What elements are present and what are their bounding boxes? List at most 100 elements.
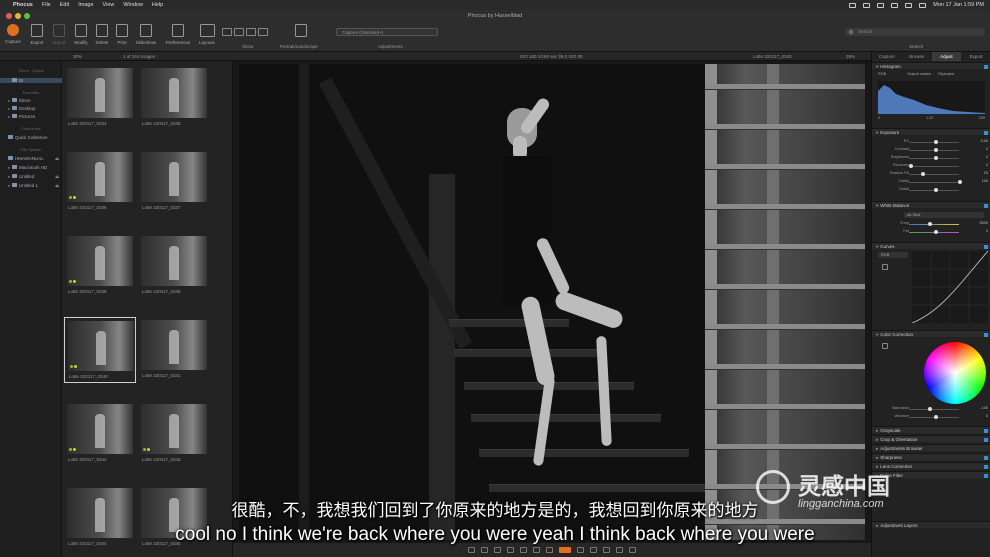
next-image-icon[interactable] — [616, 547, 623, 553]
source-item-bi[interactable]: BI — [0, 78, 62, 83]
slider-knob[interactable] — [928, 222, 932, 226]
slider-clarity[interactable]: Clarity 100 — [872, 179, 990, 185]
disclosure-triangle-icon[interactable]: ▸ — [876, 428, 878, 433]
crop-tool-icon[interactable] — [494, 547, 501, 553]
slider-value[interactable]: 0 — [970, 414, 988, 418]
section-grayscale[interactable]: ▸ Grayscale — [872, 426, 990, 433]
hand-tool-icon[interactable] — [533, 547, 540, 553]
screen-record-icon[interactable] — [863, 2, 871, 8]
section-exposure[interactable]: ▾ Exposure — [872, 128, 990, 135]
histogram-output-option[interactable]: Output values — [907, 72, 930, 76]
tab-adjust[interactable]: Adjust — [931, 52, 962, 61]
preset-dropdown[interactable]: Capture (Standard+) — [336, 28, 438, 36]
section-crop[interactable]: ▸ Crop & Orientation — [872, 435, 990, 442]
search-tray-icon[interactable] — [905, 2, 913, 8]
color-wheel[interactable] — [924, 342, 986, 404]
slider-value[interactable]: 25 — [970, 171, 988, 175]
thumbnail-selected[interactable]: Lotte 220117_0340 — [64, 317, 136, 383]
checkbox-icon[interactable] — [984, 203, 988, 208]
section-adjustments-browser[interactable]: ▸ Adjustments Browser — [872, 444, 990, 451]
thumbnail[interactable]: Lotte 220117_0341 — [138, 317, 210, 383]
capture-button[interactable]: Capture — [0, 24, 26, 44]
view-split-icon[interactable] — [246, 28, 256, 36]
thumbnail[interactable]: Lotte 220117_0334 — [64, 65, 136, 131]
checkbox-icon[interactable] — [984, 64, 988, 69]
histogram-mode[interactable]: RGB — [878, 72, 886, 76]
viewer-zoom[interactable]: 39% — [846, 54, 855, 59]
menu-window[interactable]: Window — [123, 2, 143, 8]
checkbox-icon[interactable] — [984, 455, 988, 460]
single-view-icon[interactable] — [481, 547, 488, 553]
preferences-button[interactable]: Preferences — [165, 24, 191, 45]
slider-value[interactable]: 0 — [970, 229, 988, 233]
eyedropper-icon[interactable] — [882, 264, 888, 270]
menu-view[interactable]: View — [103, 2, 115, 8]
source-item-hmamanual[interactable]: HMAMANUAL ⏏ — [8, 156, 59, 161]
source-item-macintosh-hd[interactable]: ▸ Macintosh HD — [8, 165, 47, 171]
section-color-correction[interactable]: ▾ Color Correction — [872, 330, 990, 337]
tab-browse[interactable]: Browse — [902, 52, 932, 61]
exposure-warning-icon[interactable] — [559, 547, 571, 553]
slider-knob[interactable] — [934, 148, 938, 152]
disclosure-triangle-icon[interactable]: ▾ — [876, 332, 878, 337]
slider-recovery[interactable]: Recovery 0 — [872, 163, 990, 169]
slider-vibrance[interactable]: Vibrance 0 — [872, 414, 990, 420]
search-input[interactable]: Search — [845, 28, 985, 36]
slider-value[interactable]: 0 — [970, 147, 988, 151]
color-picker-icon[interactable] — [882, 343, 888, 349]
control-center-icon[interactable] — [919, 2, 927, 8]
disclosure-triangle-icon[interactable]: ▾ — [876, 64, 878, 69]
straighten-tool-icon[interactable] — [507, 547, 514, 553]
section-sharpness[interactable]: ▸ Sharpness — [872, 453, 990, 460]
slider-value[interactable]: 0.00 — [970, 139, 988, 143]
eject-icon[interactable]: ⏏ — [55, 156, 59, 162]
slider-knob[interactable] — [934, 415, 938, 419]
layouts-button[interactable]: Layouts — [194, 24, 220, 45]
view-browser-icon[interactable] — [222, 28, 232, 36]
tab-capture[interactable]: Capture — [872, 52, 902, 61]
source-item-desktop[interactable]: ▸ Desktop — [8, 106, 36, 112]
slider-value[interactable]: 100 — [970, 179, 988, 183]
view-compare-icon[interactable] — [258, 28, 268, 36]
thumbnail[interactable]: Lotte 220117_0343 — [138, 401, 210, 467]
section-curves[interactable]: ▾ Curves — [872, 242, 990, 249]
source-item-untitled[interactable]: ▸ Untitled ⏏ — [8, 174, 59, 180]
slider-tint[interactable]: Tint 0 — [872, 229, 990, 235]
source-item-eleon[interactable]: ▸ Eleon — [8, 98, 31, 104]
menu-image[interactable]: Image — [78, 2, 93, 8]
slider-knob[interactable] — [909, 164, 913, 168]
eject-icon[interactable]: ⏏ — [55, 174, 59, 180]
slider-value[interactable]: 0 — [970, 155, 988, 159]
disclosure-triangle-icon[interactable]: ▸ — [876, 437, 878, 442]
checkbox-icon[interactable] — [984, 332, 988, 337]
slider-value[interactable]: 0 — [970, 163, 988, 167]
tab-export[interactable]: Export — [961, 52, 990, 61]
source-item-pictures[interactable]: ▸ Pictures — [8, 114, 35, 120]
checkbox-icon[interactable] — [984, 473, 988, 478]
menu-clock[interactable]: Mon 17 Jan 1:59 PM — [933, 2, 984, 8]
slider-brightness[interactable]: Brightness 0 — [872, 155, 990, 161]
source-item-untitled-1[interactable]: ▸ Untitled 1 ⏏ — [8, 183, 59, 189]
wb-preset-dropdown[interactable]: As Shot — [904, 212, 984, 218]
menu-file[interactable]: File — [42, 2, 51, 8]
grid-view-icon[interactable] — [468, 547, 475, 553]
thumbnail[interactable]: Lotte 220117_0338 — [64, 233, 136, 299]
browser-zoom[interactable]: 30% — [73, 54, 82, 59]
disclosure-triangle-icon[interactable]: ▾ — [876, 130, 878, 135]
histogram-clip-option[interactable]: Clipboard — [938, 72, 954, 76]
portrait-landscape-button[interactable] — [288, 24, 314, 37]
rotate-tool-icon[interactable] — [546, 547, 553, 553]
checkbox-icon[interactable] — [984, 437, 988, 442]
brush-tool-icon[interactable] — [520, 547, 527, 553]
disclosure-triangle-icon[interactable]: ▸ — [876, 446, 878, 451]
loupe-icon[interactable] — [577, 547, 584, 553]
slider-temp[interactable]: Temp 5500 — [872, 221, 990, 227]
slider-contrast[interactable]: Contrast 0 — [872, 147, 990, 153]
view-viewer-icon[interactable] — [234, 28, 244, 36]
thumbnail[interactable]: Lotte 220117_0335 — [138, 65, 210, 131]
battery-icon[interactable] — [877, 2, 885, 8]
slider-knob[interactable] — [958, 180, 962, 184]
slider-knob[interactable] — [934, 188, 938, 192]
previous-image-icon[interactable] — [603, 547, 610, 553]
disclosure-triangle-icon[interactable]: ▸ — [876, 455, 878, 460]
